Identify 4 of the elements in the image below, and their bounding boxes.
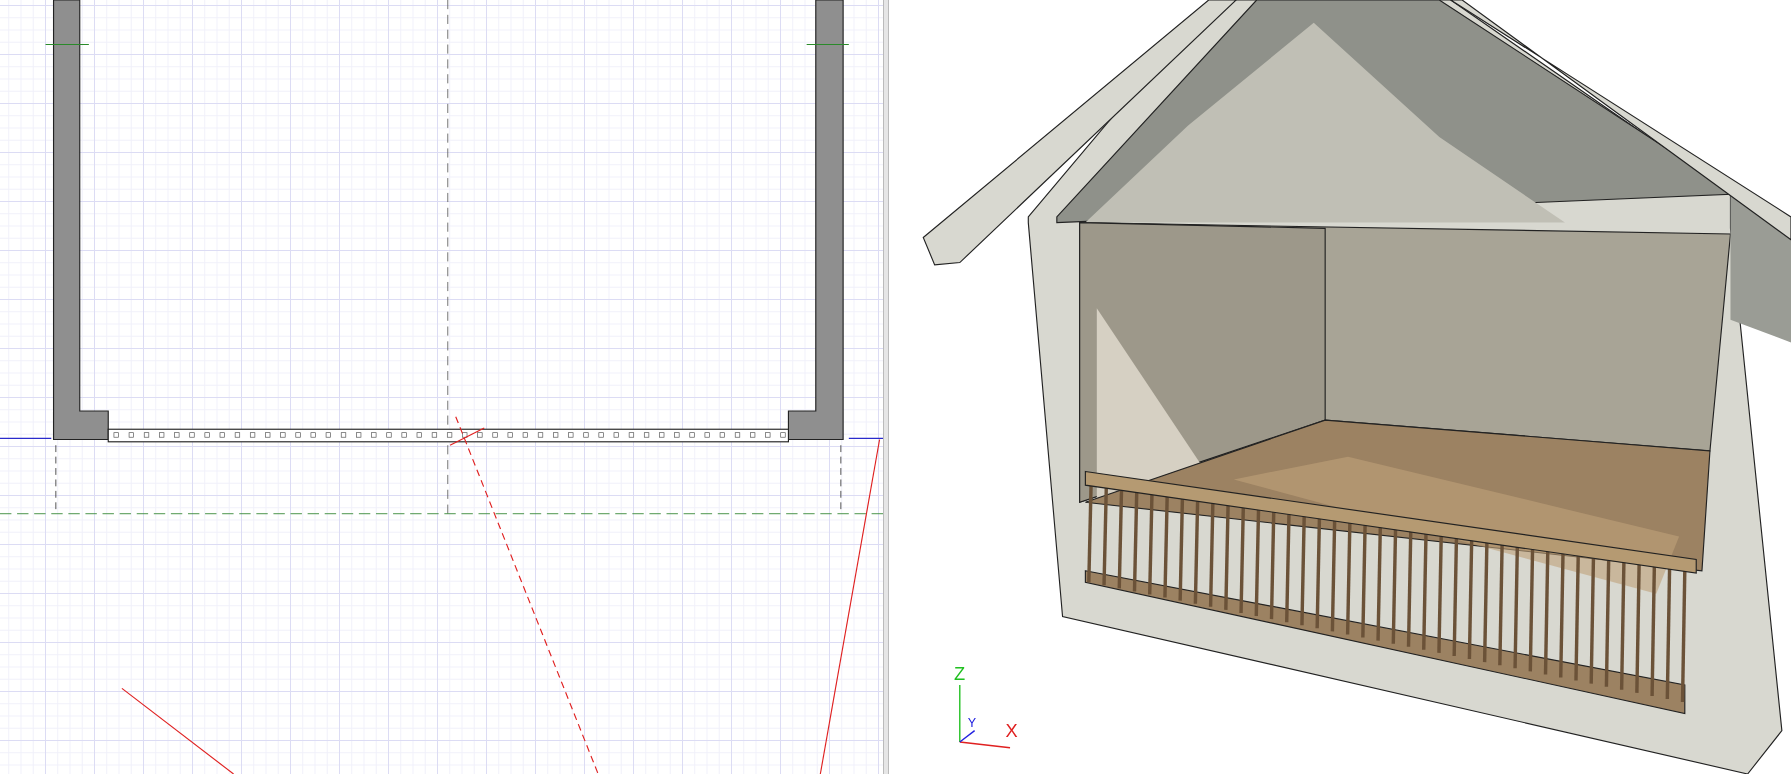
floor-plan-view[interactable] [0, 0, 883, 774]
y-axis-label: Y [967, 716, 977, 731]
z-axis-label: Z [954, 663, 966, 685]
x-axis-label: X [1005, 720, 1018, 742]
